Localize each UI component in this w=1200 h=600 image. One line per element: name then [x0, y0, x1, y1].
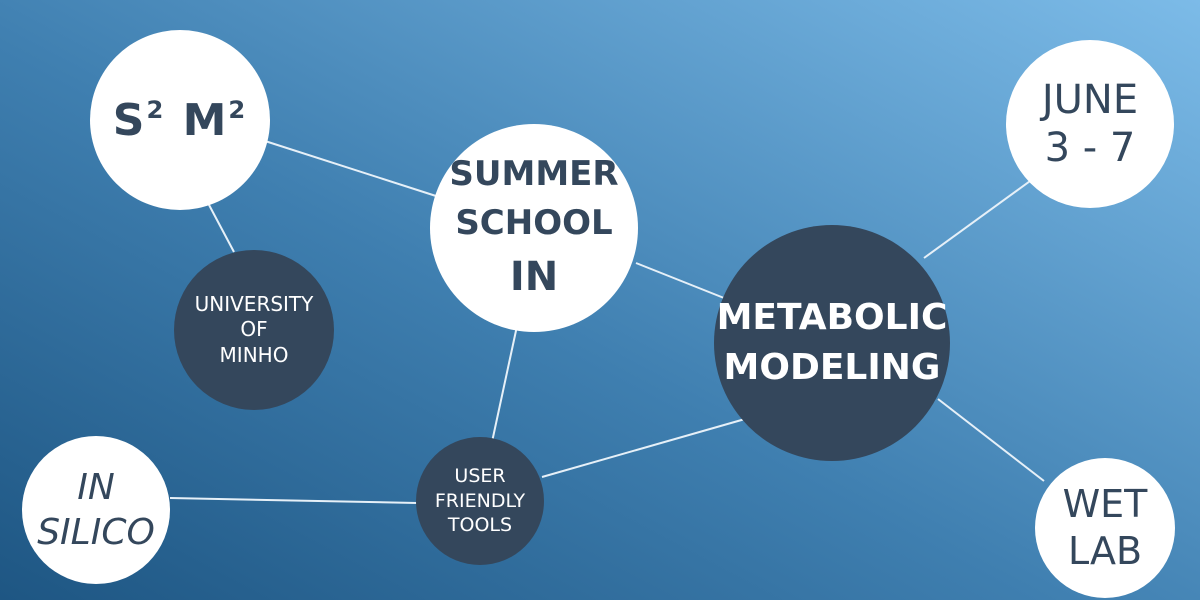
s2m2-node: S2 M2: [90, 30, 270, 210]
metabolic-line-2: MODELING: [723, 347, 941, 388]
university-node: UNIVERSITY OF MINHO: [174, 250, 334, 410]
wet-lab-line-1: WET: [1062, 481, 1148, 526]
summer-school-line-3: IN: [509, 254, 559, 301]
link-insilico-tools: [169, 497, 418, 504]
link-june-metabolic: [923, 175, 1038, 259]
user-tools-node: USER FRIENDLY TOOLS: [416, 437, 544, 565]
user-tools-line-3: TOOLS: [447, 514, 513, 537]
link-summer-metabolic: [635, 262, 725, 299]
diagram-canvas: S2 M2 SUMMER SCHOOL IN JUNE 3 - 7 UNIVER…: [0, 0, 1200, 600]
wet-lab-line-2: LAB: [1067, 529, 1143, 573]
wet-lab-node: WET LAB: [1035, 458, 1175, 598]
in-silico-line-2: SILICO: [37, 512, 155, 553]
summer-school-line-1: SUMMER: [449, 153, 619, 194]
user-tools-line-2: FRIENDLY: [434, 489, 526, 512]
university-line-3: MINHO: [219, 342, 289, 367]
link-summer-tools: [491, 325, 518, 443]
in-silico-node: IN SILICO: [22, 436, 170, 584]
in-silico-line-1: IN: [77, 467, 115, 508]
date-node: JUNE 3 - 7: [1006, 40, 1174, 208]
metabolic-line-1: METABOLIC: [716, 297, 948, 339]
user-tools-line-1: USER: [454, 464, 506, 487]
date-range: 3 - 7: [1044, 125, 1136, 171]
summer-school-line-2: SCHOOL: [455, 203, 613, 243]
link-s2m2-university: [207, 202, 235, 253]
metabolic-modeling-node: METABOLIC MODELING: [714, 225, 950, 461]
link-metabolic-tools: [541, 418, 746, 478]
university-line-2: OF: [240, 317, 268, 342]
university-line-1: UNIVERSITY: [194, 291, 314, 316]
date-month: JUNE: [1041, 77, 1139, 123]
summer-school-node: SUMMER SCHOOL IN: [430, 124, 638, 332]
link-metabolic-wetlab: [937, 398, 1045, 482]
s2m2-label: S2 M2: [112, 94, 248, 146]
link-s2m2-summer: [264, 140, 437, 197]
